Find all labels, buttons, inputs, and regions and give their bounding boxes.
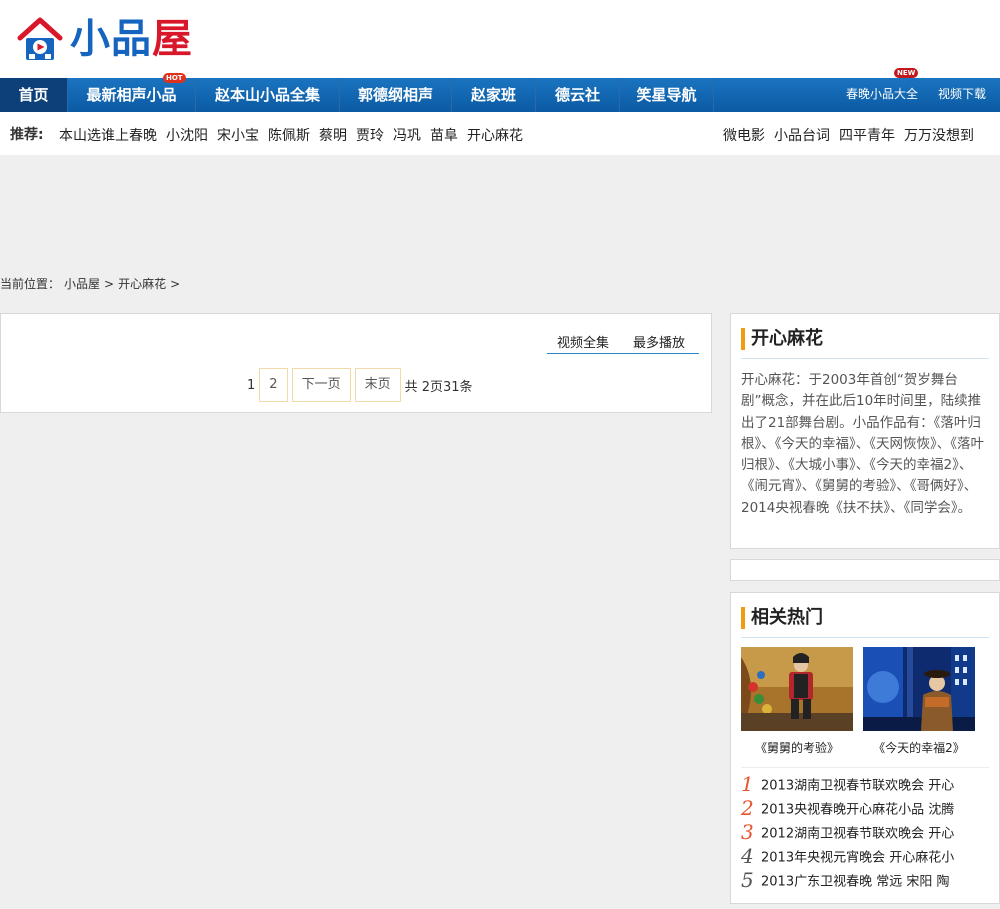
rank-number: 1 [741,773,754,796]
recommend-label: 推荐: [10,127,44,143]
house-logo-icon [17,17,63,60]
recommend-link[interactable]: 微电影 [723,125,765,145]
video-thumbnail[interactable] [741,647,853,731]
recommend-link[interactable]: 小品台词 [774,125,830,145]
hot-item-title[interactable]: 2013广东卫视春晚 常远 宋阳 陶 [761,875,949,890]
site-header: 小品屋 [0,0,1000,78]
list-tabs: 视频全集 最多播放 [547,332,699,354]
recommend-link[interactable]: 四平青年 [839,125,895,145]
breadcrumb-item[interactable]: 开心麻花 [118,277,166,291]
about-panel: 开心麻花 开心麻花：于2003年首创“贺岁舞台剧”概念，并在此后10年时间里，陆… [730,313,1000,549]
divider [741,767,989,768]
site-logo[interactable]: 小品屋 [16,14,193,64]
nav-link-spring-gala[interactable]: 春晚小品大全 [846,78,918,112]
video-list-panel: 视频全集 最多播放 1 2 下一页 末页 共 2页31条 [0,313,712,413]
recommend-bar: 推荐: 本山选谁上春晚 小沈阳 宋小宝 陈佩斯 蔡明 贾玲 冯巩 苗阜 开心麻花… [0,112,1000,155]
thumbnail-caption[interactable]: 《今天的幸福2》 [859,739,979,756]
about-description: 开心麻花：于2003年首创“贺岁舞台剧”概念，并在此后10年时间里，陆续推出了2… [741,372,984,516]
recommend-link[interactable]: 蔡明 [319,125,347,145]
nav-item-xiaoxing[interactable]: 笑星导航 [620,78,714,112]
rank-number: 4 [741,845,754,868]
breadcrumb-prefix: 当前位置： [0,277,61,291]
rank-number: 5 [741,869,754,892]
recommend-link[interactable]: 贾玲 [356,125,384,145]
hot-item-title[interactable]: 2012湖南卫视春节联欢晚会 开心 [761,827,954,842]
recommend-link[interactable]: 开心麻花 [467,125,523,145]
hot-list-item[interactable]: 4 2013年央视元宵晚会 开心麻花小 [741,845,991,869]
divider [741,637,989,638]
nav-item-home[interactable]: 首页 [0,78,68,112]
recommend-link[interactable]: 本山选谁上春晚 [59,125,157,145]
breadcrumb-item[interactable]: 小品屋 [64,277,100,291]
video-thumbnail[interactable] [863,647,975,731]
hot-list-item[interactable]: 2 2013央视春晚开心麻花小品 沈腾 [741,797,991,821]
hot-item-title[interactable]: 2013央视春晚开心麻花小品 沈腾 [761,803,954,818]
recommend-link[interactable]: 陈佩斯 [268,125,310,145]
recommend-link[interactable]: 苗阜 [430,125,458,145]
recommend-link[interactable]: 冯巩 [393,125,421,145]
rank-number: 3 [741,821,754,844]
page-current: 1 [247,377,256,393]
nav-item-zhaobenshan[interactable]: 赵本山小品全集 [196,78,340,112]
nav-item-latest[interactable]: 最新相声小品 [68,78,196,112]
recommend-link[interactable]: 小沈阳 [166,125,208,145]
nav-item-guodegang[interactable]: 郭德纲相声 [340,78,452,112]
hot-list-item[interactable]: 5 2013广东卫视春晚 常远 宋阳 陶 [741,869,991,893]
hot-item-title[interactable]: 2013年央视元宵晚会 开心麻花小 [761,851,954,866]
hot-title: 相关热门 [741,607,823,629]
last-page-button[interactable]: 末页 [354,368,401,402]
breadcrumb-separator: > [170,277,181,291]
thumbnail-caption[interactable]: 《舅舅的考验》 [737,739,857,756]
hot-list-item[interactable]: 3 2012湖南卫视春节联欢晚会 开心 [741,821,991,845]
breadcrumb-separator: > [104,277,115,291]
rank-number: 2 [741,797,754,820]
main-nav: 首页 最新相声小品 赵本山小品全集 郭德纲相声 赵家班 德云社 笑星导航 春晚小… [0,78,1000,112]
pagination: 1 2 下一页 末页 共 2页31条 [247,368,473,402]
hot-list-item[interactable]: 1 2013湖南卫视春节联欢晚会 开心 [741,773,991,797]
empty-panel [730,559,1000,581]
breadcrumb: 当前位置： 小品屋 > 开心麻花 > [0,275,184,292]
logo-text: 小品屋 [70,16,193,62]
tab-most-played[interactable]: 最多播放 [633,332,685,351]
divider [741,358,989,359]
next-page-button[interactable]: 下一页 [291,368,351,402]
page-summary: 共 2页31条 [404,379,473,395]
about-title: 开心麻花 [741,328,823,350]
nav-link-download[interactable]: 视频下载 [938,78,986,112]
hot-item-title[interactable]: 2013湖南卫视春节联欢晚会 开心 [761,779,954,794]
related-hot-panel: 相关热门 《舅舅的考验》 《今天的幸福2》 1 2013湖南卫视春节联欢晚会 开心… [730,592,1000,904]
hot-badge: HOT [163,73,186,83]
recommend-link[interactable]: 宋小宝 [217,125,259,145]
nav-item-zhaojiaban[interactable]: 赵家班 [452,78,536,112]
page-link-2[interactable]: 2 [259,368,288,402]
new-badge: NEW [894,68,919,78]
nav-item-deyunshe[interactable]: 德云社 [536,78,620,112]
recommend-link[interactable]: 万万没想到 [904,125,974,145]
tab-all-videos[interactable]: 视频全集 [557,332,609,351]
